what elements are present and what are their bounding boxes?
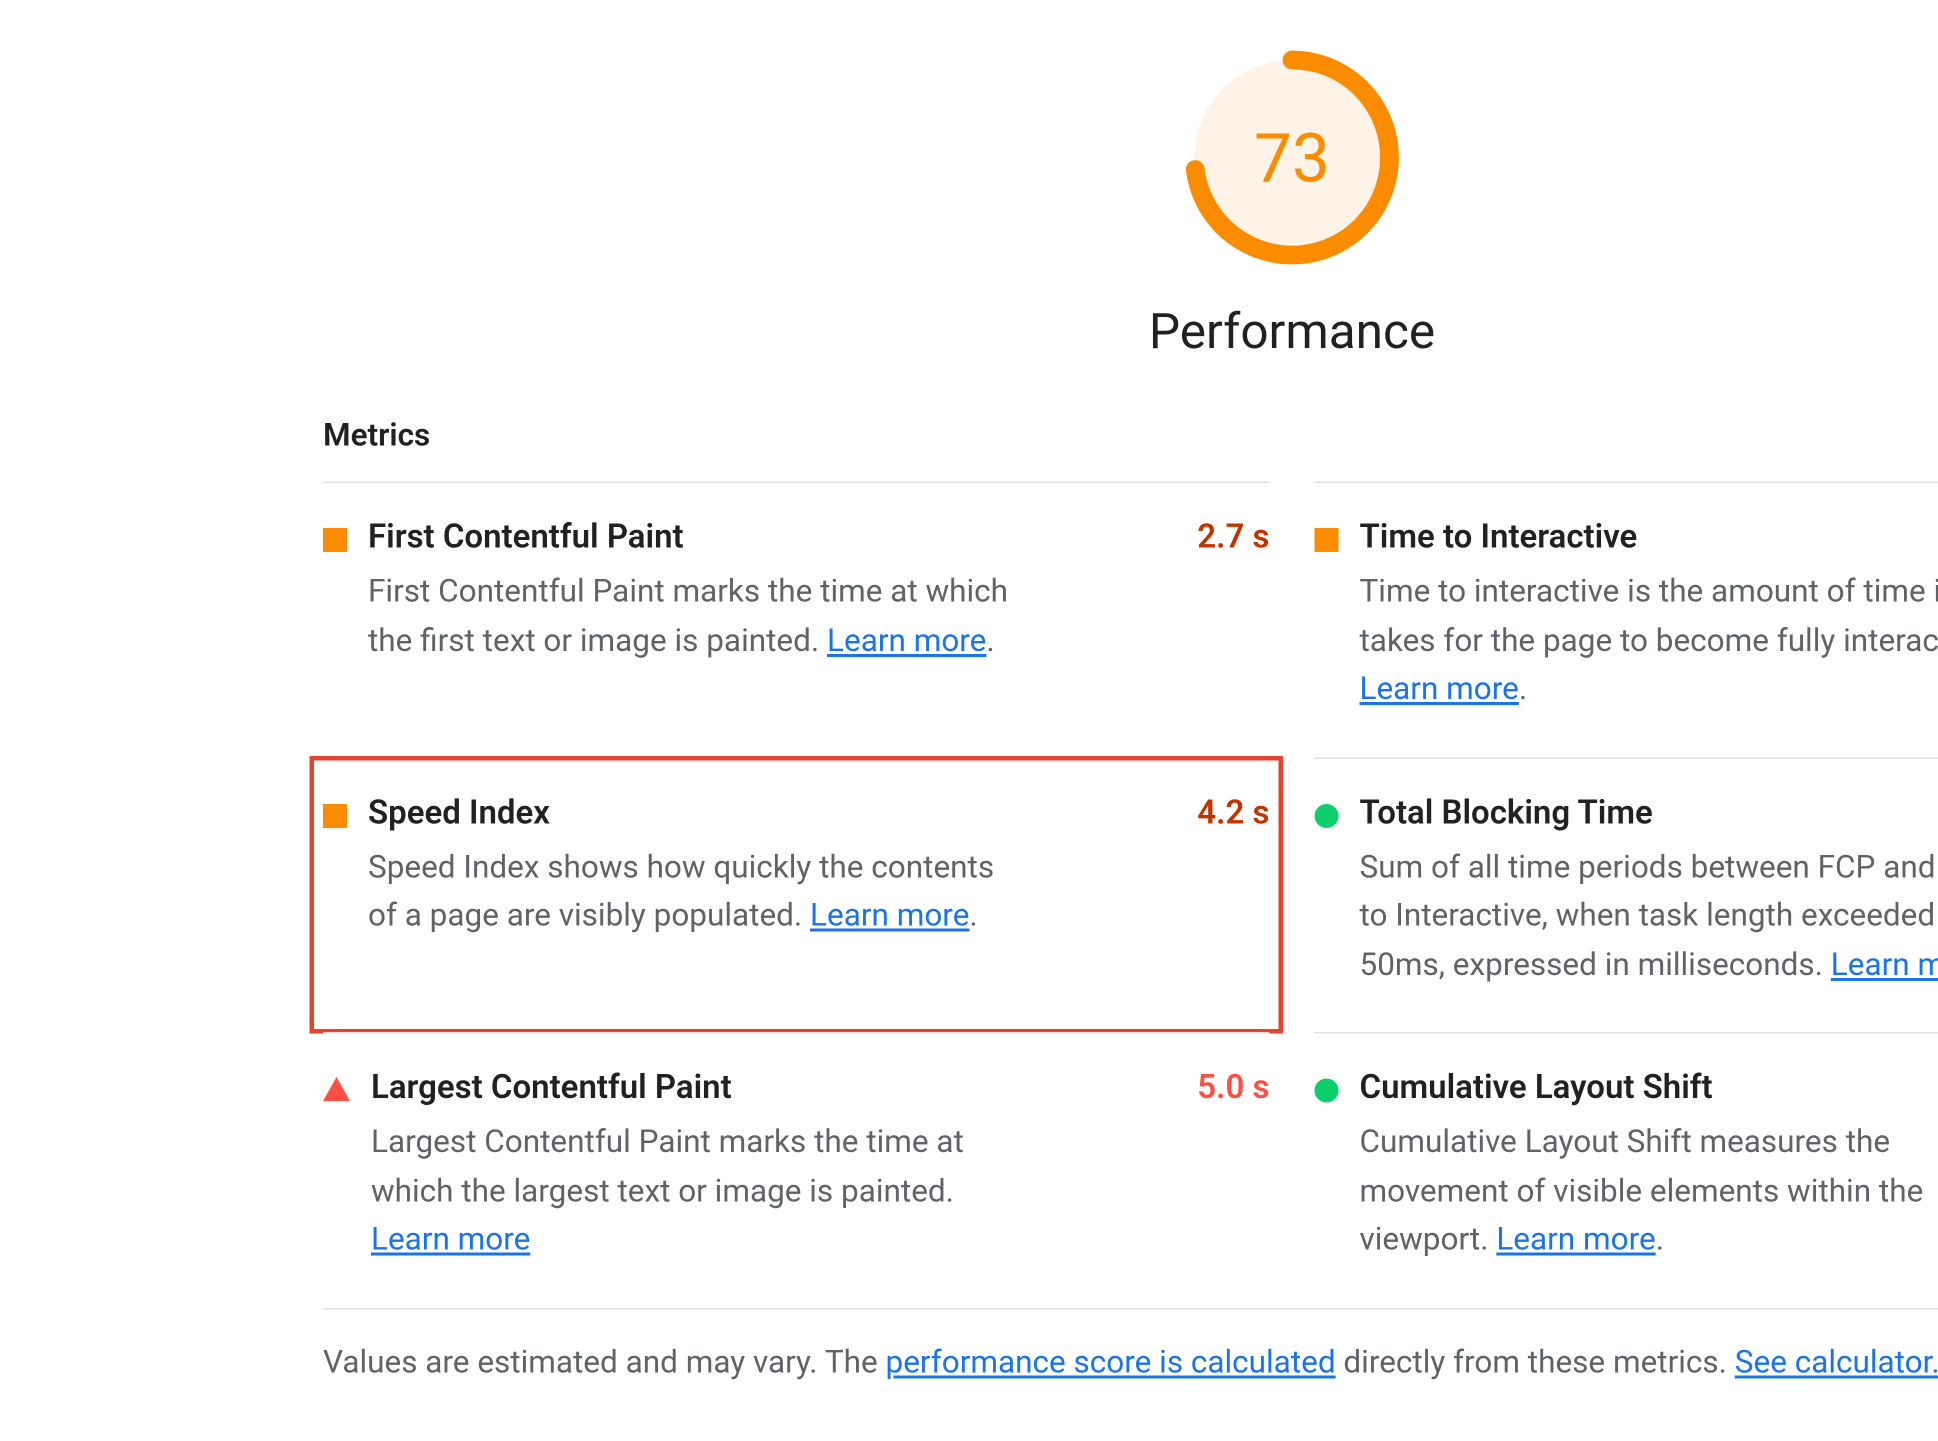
learn-more-link[interactable]: Learn more	[827, 623, 986, 659]
metric-value: 5.0 s	[1197, 1070, 1269, 1108]
metric-largest-contentful-paint: Largest Contentful Paint Largest Contentf…	[323, 1032, 1270, 1307]
metric-title: First Contentful Paint	[368, 519, 1176, 557]
learn-more-link[interactable]: Learn more	[1360, 672, 1519, 708]
metric-description: Largest Contentful Paint marks the time …	[371, 1119, 1031, 1265]
metric-title: Cumulative Layout Shift	[1360, 1070, 1938, 1108]
performance-score-calculated-link[interactable]: performance score is calculated	[886, 1345, 1336, 1381]
metric-description: Sum of all time periods between FCP and …	[1360, 844, 1938, 990]
learn-more-link[interactable]: Learn more	[371, 1223, 530, 1259]
see-calculator-link[interactable]: See calculator.	[1735, 1345, 1938, 1381]
metric-title: Speed Index	[368, 794, 1176, 832]
metric-title: Largest Contentful Paint	[371, 1070, 1176, 1108]
metric-description: Cumulative Layout Shift measures the mov…	[1360, 1119, 1938, 1265]
performance-score: 73	[1180, 45, 1405, 270]
metric-title: Time to Interactive	[1360, 519, 1938, 557]
metric-speed-index: Speed Index Speed Index shows how quickly…	[311, 757, 1282, 1032]
category-title: Performance	[1149, 303, 1435, 362]
metric-title: Total Blocking Time	[1360, 794, 1938, 832]
metric-value: 2.7 s	[1197, 519, 1269, 557]
metric-total-blocking-time: Total Blocking Time Sum of all time perio…	[1315, 757, 1938, 1032]
metric-value: 4.2 s	[1197, 794, 1269, 832]
metric-time-to-interactive: Time to Interactive Time to interactive i…	[1315, 482, 1938, 757]
performance-gauge: 73 Performance	[323, 30, 1938, 413]
status-pass-icon	[1315, 1079, 1339, 1103]
metric-cumulative-layout-shift: Cumulative Layout Shift Cumulative Layout…	[1315, 1032, 1938, 1307]
metric-description: First Contentful Paint marks the time at…	[368, 569, 1028, 667]
status-average-icon	[323, 803, 347, 827]
status-pass-icon	[1315, 803, 1339, 827]
status-average-icon	[323, 528, 347, 552]
learn-more-link[interactable]: Learn more	[1496, 1223, 1655, 1259]
status-fail-icon	[323, 1077, 350, 1101]
metric-description: Speed Index shows how quickly the conten…	[368, 844, 1028, 942]
metrics-footer: Values are estimated and may vary. The p…	[323, 1308, 1938, 1382]
metric-description: Time to interactive is the amount of tim…	[1360, 569, 1938, 715]
metric-first-contentful-paint: First Contentful Paint First Contentful P…	[323, 482, 1270, 757]
learn-more-link[interactable]: Learn more	[1831, 948, 1938, 984]
metrics-heading: Metrics	[323, 419, 430, 455]
status-average-icon	[1315, 528, 1339, 552]
learn-more-link[interactable]: Learn more	[810, 899, 969, 935]
